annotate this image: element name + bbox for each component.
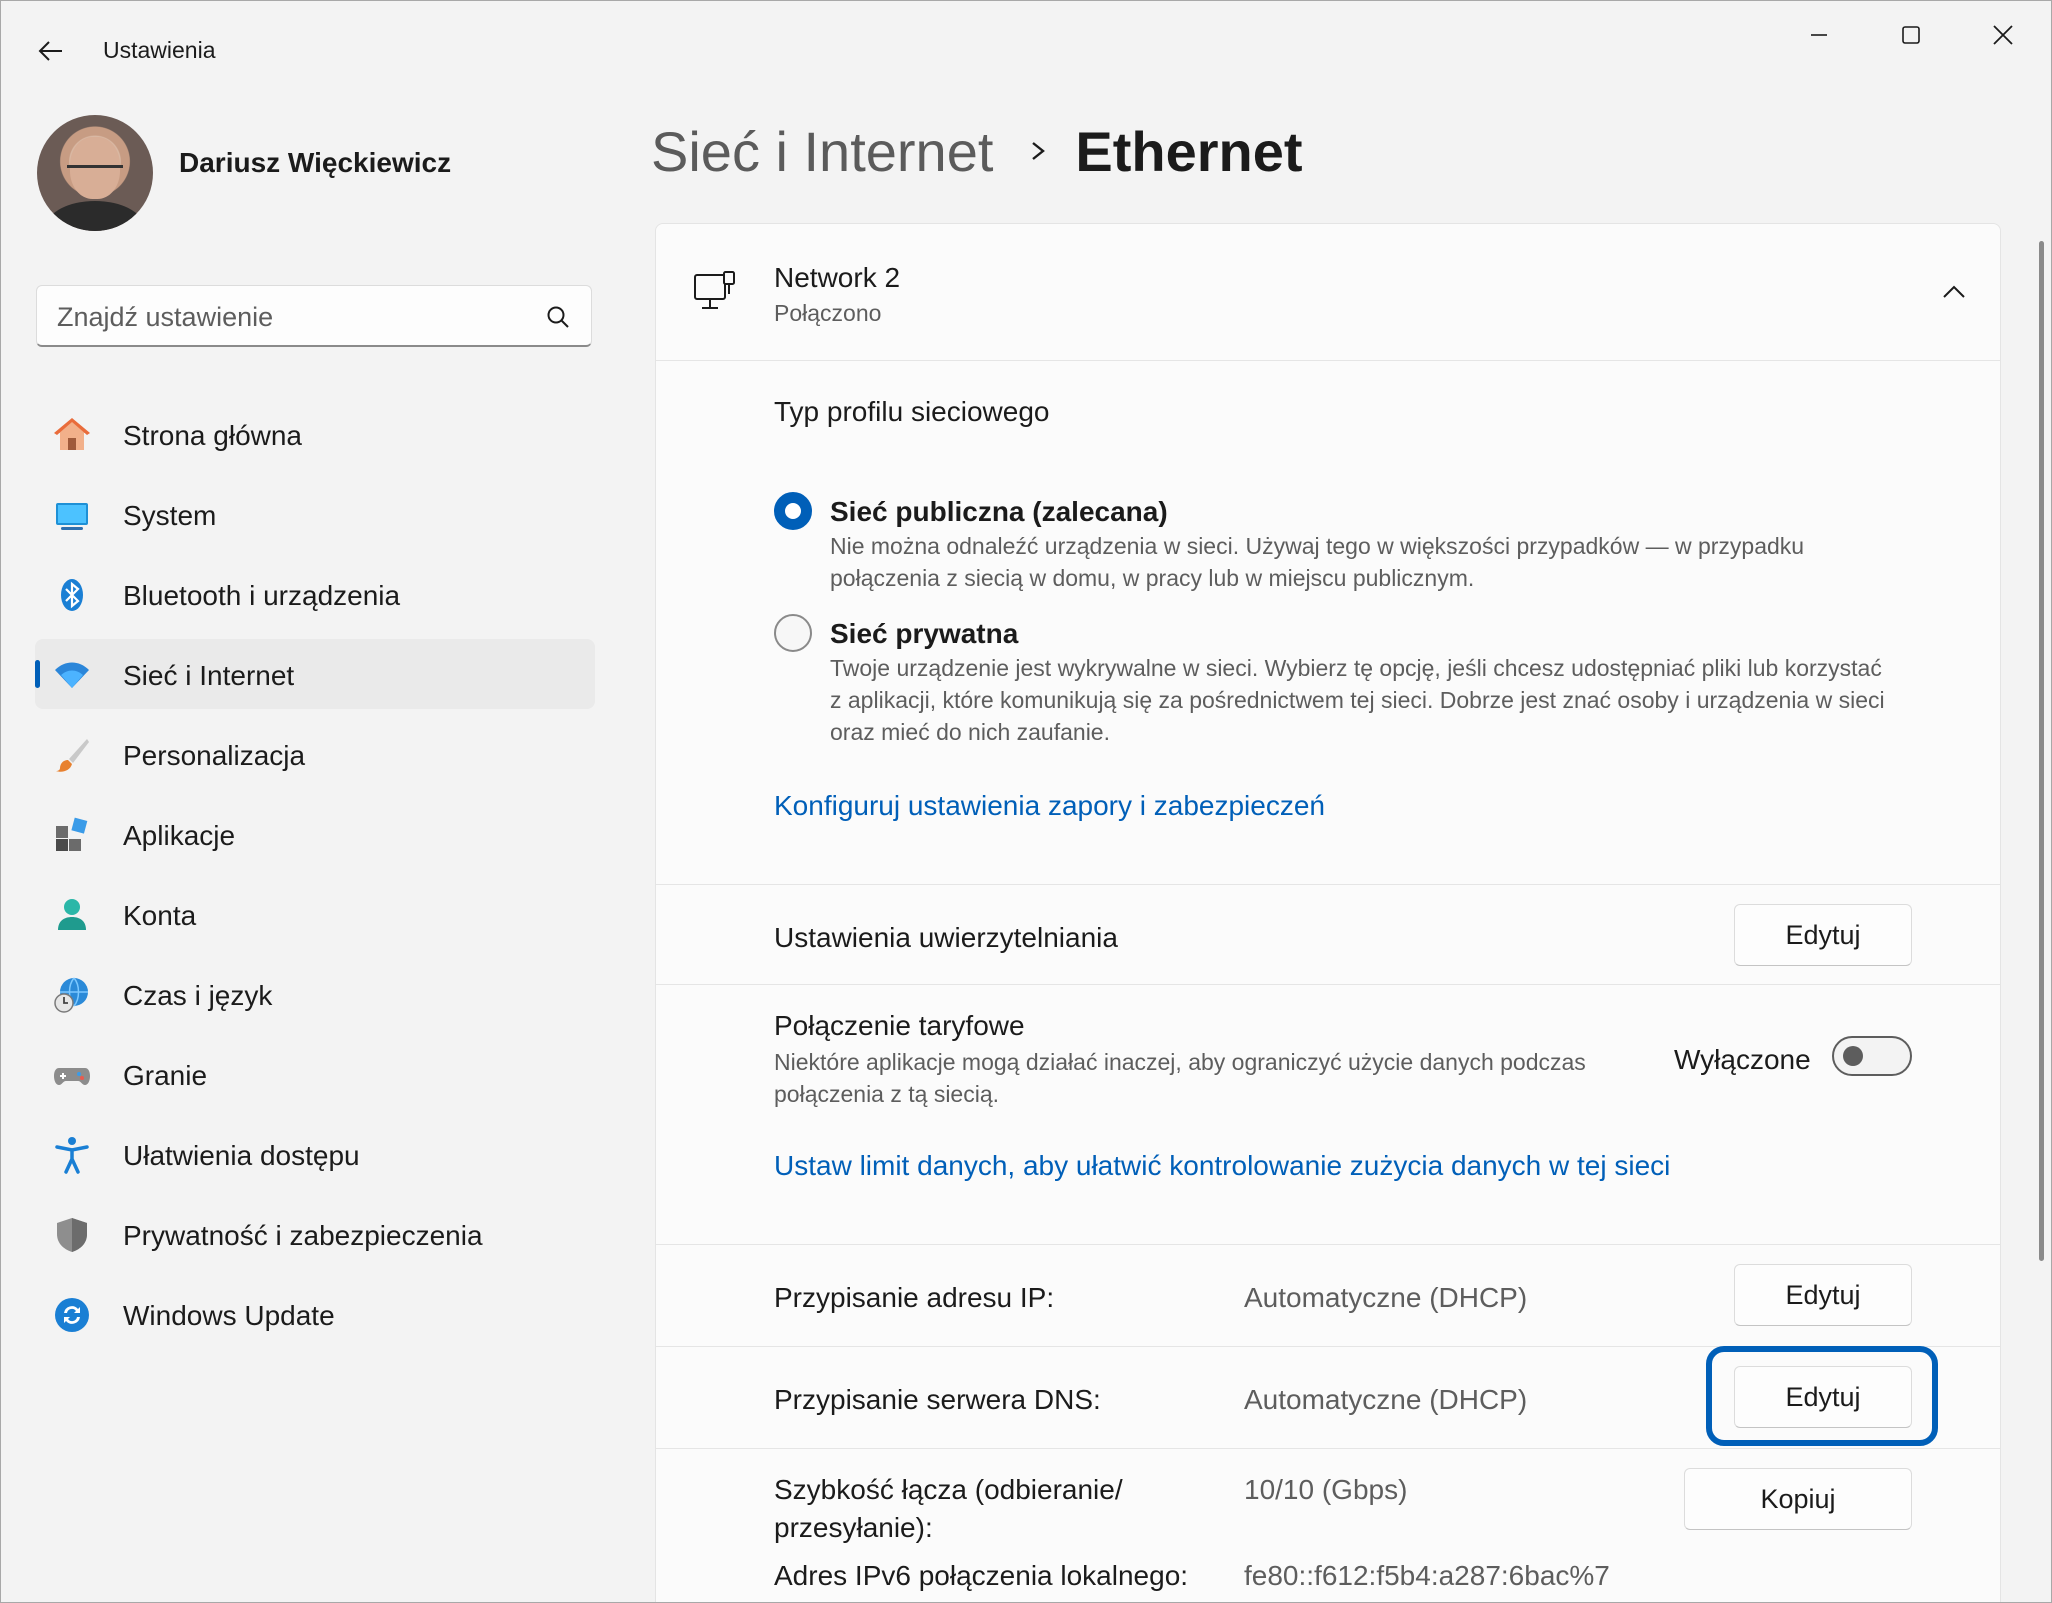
data-limit-link[interactable]: Ustaw limit danych, aby ułatwić kontrolo… xyxy=(774,1150,1670,1182)
sidebar-item-apps[interactable]: Aplikacje xyxy=(35,799,595,869)
globe-clock-icon xyxy=(54,977,88,1013)
sidebar-item-label: Czas i język xyxy=(123,980,273,1011)
ip-assignment-value: Automatyczne (DHCP) xyxy=(1244,1282,1528,1313)
sidebar-item-label: Granie xyxy=(123,1060,208,1091)
system-icon xyxy=(56,503,88,530)
avatar[interactable] xyxy=(37,115,153,231)
accessibility-icon xyxy=(55,1137,89,1174)
profile-type-title: Typ profilu sieciowego xyxy=(774,396,1050,427)
link-speed-value: 10/10 (Gbps) xyxy=(1244,1474,1408,1505)
private-network-radio[interactable] xyxy=(774,614,812,652)
search-icon[interactable] xyxy=(545,304,571,330)
ipv6-label: Adres IPv6 połączenia lokalnego: xyxy=(774,1560,1189,1591)
copy-button[interactable]: Kopiuj xyxy=(1684,1468,1912,1530)
breadcrumb: Sieć i Internet Ethernet xyxy=(651,115,1303,187)
close-icon xyxy=(1993,25,2013,45)
wifi-icon xyxy=(55,662,89,688)
search-box[interactable] xyxy=(36,285,592,347)
home-icon xyxy=(54,418,90,450)
sidebar-item-label: Prywatność i zabezpieczenia xyxy=(123,1220,483,1251)
user-name: Dariusz Więckiewicz xyxy=(179,147,452,178)
sidebar-item-personalization[interactable]: Personalizacja xyxy=(35,719,595,789)
metered-toggle-state: Wyłączone xyxy=(1674,1044,1811,1075)
link-speed-label-line2: przesyłanie): xyxy=(774,1512,933,1543)
divider xyxy=(656,1448,2000,1449)
sidebar-item-label: Ułatwienia dostępu xyxy=(123,1140,360,1171)
back-button[interactable] xyxy=(29,29,73,73)
sidebar-item-network[interactable]: Sieć i Internet xyxy=(35,639,595,709)
close-button[interactable] xyxy=(1973,15,2033,55)
sidebar-item-privacy[interactable]: Prywatność i zabezpieczenia xyxy=(35,1199,595,1269)
private-network-description: Twoje urządzenie jest wykrywalne w sieci… xyxy=(830,655,1885,745)
network-card: Network 2 Połączono Typ profilu sieciowe… xyxy=(655,223,2001,1602)
sidebar-item-label: Personalizacja xyxy=(123,740,306,771)
dns-assignment-value: Automatyczne (DHCP) xyxy=(1244,1384,1528,1415)
link-speed-label-line1: Szybkość łącza (odbieranie/ xyxy=(774,1474,1123,1505)
ip-edit-button[interactable]: Edytuj xyxy=(1734,1264,1912,1326)
sidebar-item-label: Strona główna xyxy=(123,420,303,451)
sidebar-item-label: Bluetooth i urządzenia xyxy=(123,580,401,611)
minimize-button[interactable] xyxy=(1789,15,1849,55)
metered-connection-description: Niektóre aplikacje mogą działać inaczej,… xyxy=(774,1049,1586,1107)
app-title: Ustawienia xyxy=(103,37,216,63)
public-network-radio[interactable] xyxy=(774,492,812,530)
sidebar-item-label: Windows Update xyxy=(123,1300,335,1331)
scrollbar[interactable] xyxy=(2039,241,2044,1261)
collapse-button[interactable] xyxy=(1932,270,1976,314)
search-input[interactable] xyxy=(55,296,529,338)
auth-edit-button[interactable]: Edytuj xyxy=(1734,904,1912,966)
breadcrumb-parent-link[interactable]: Sieć i Internet xyxy=(651,119,993,184)
network-name: Network 2 xyxy=(774,262,901,293)
firewall-settings-link[interactable]: Konfiguruj ustawienia zapory i zabezpiec… xyxy=(774,790,1325,822)
sidebar-item-label: Konta xyxy=(123,900,197,931)
divider xyxy=(656,1244,2000,1245)
sidebar-item-label: System xyxy=(123,500,217,531)
maximize-button[interactable] xyxy=(1881,15,1941,55)
account-icon xyxy=(58,899,86,930)
sidebar-item-system[interactable]: System xyxy=(35,479,595,549)
title-bar: Ustawienia xyxy=(1,1,2051,101)
ethernet-icon xyxy=(694,271,735,309)
sidebar-item-accounts[interactable]: Konta xyxy=(35,879,595,949)
sidebar-item-time-language[interactable]: Czas i język xyxy=(35,959,595,1029)
gamepad-icon xyxy=(54,1068,90,1085)
sidebar-item-bluetooth[interactable]: Bluetooth i urządzenia xyxy=(35,559,595,629)
chevron-up-icon xyxy=(1943,285,1965,298)
divider xyxy=(656,884,2000,885)
sidebar-item-gaming[interactable]: Granie xyxy=(35,1039,595,1109)
network-card-header[interactable]: Network 2 Połączono xyxy=(656,224,2000,361)
sidebar-item-windows-update[interactable]: Windows Update xyxy=(35,1279,595,1349)
auth-settings-label: Ustawienia uwierzytelniania xyxy=(774,922,1118,953)
settings-window: Ustawienia Dariusz Więckiewicz Znajdź us… xyxy=(0,0,2052,1603)
page-title: Ethernet xyxy=(1075,119,1303,183)
brush-icon xyxy=(56,739,89,772)
back-arrow-icon xyxy=(38,41,62,61)
private-network-label[interactable]: Sieć prywatna xyxy=(830,618,1018,650)
network-status: Połączono xyxy=(774,300,882,326)
maximize-icon xyxy=(1902,26,1920,44)
bluetooth-icon xyxy=(61,579,83,611)
sidebar-nav: Strona główna System Bluetooth i urządze… xyxy=(35,399,595,1359)
dns-edit-focus-highlight xyxy=(1706,1346,1938,1446)
dns-assignment-label: Przypisanie serwera DNS: xyxy=(774,1384,1101,1415)
public-network-label[interactable]: Sieć publiczna (zalecana) xyxy=(830,496,1168,528)
minimize-icon xyxy=(1811,34,1827,36)
shield-icon xyxy=(57,1218,87,1252)
sidebar-item-accessibility[interactable]: Ułatwienia dostępu xyxy=(35,1119,595,1189)
divider xyxy=(656,984,2000,985)
apps-icon xyxy=(56,817,88,851)
sidebar-item-home[interactable]: Strona główna xyxy=(35,399,595,469)
sidebar-item-label: Sieć i Internet xyxy=(123,660,295,691)
metered-connection-label: Połączenie taryfowe xyxy=(774,1010,1025,1041)
ip-assignment-label: Przypisanie adresu IP: xyxy=(774,1282,1055,1313)
public-network-description: Nie można odnaleźć urządzenia w sieci. U… xyxy=(830,533,1805,591)
chevron-right-icon xyxy=(1032,142,1046,160)
metered-toggle[interactable] xyxy=(1832,1036,1912,1076)
sidebar-item-label: Aplikacje xyxy=(123,820,236,851)
update-icon xyxy=(55,1298,89,1332)
ipv6-value: fe80::f612:f5b4:a287:6bac%7 xyxy=(1244,1560,1610,1591)
